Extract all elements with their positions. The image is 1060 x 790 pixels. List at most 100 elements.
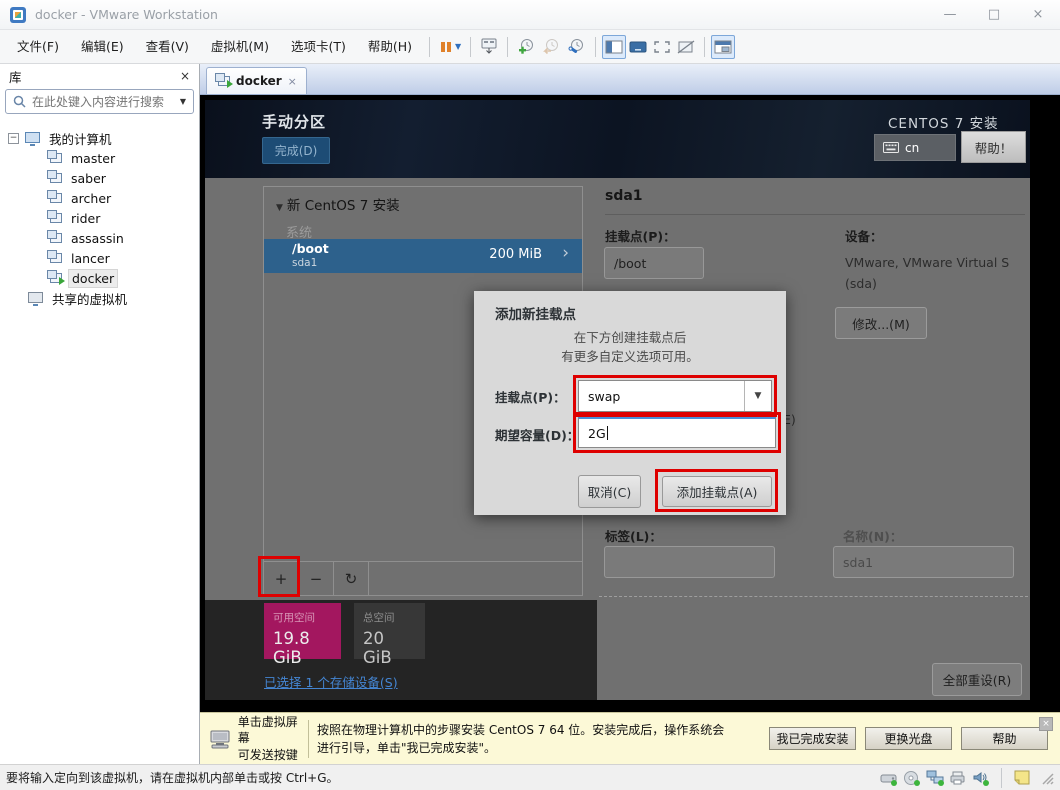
vm-running-icon: [47, 270, 65, 285]
tab-close-icon[interactable]: ×: [288, 75, 297, 88]
console-view-button[interactable]: [626, 35, 650, 59]
maximize-button[interactable]: □: [972, 0, 1016, 29]
modify-device-button[interactable]: 修改...(M): [835, 307, 927, 339]
vm-display-area[interactable]: 手动分区 完成(D) CENTOS 7 安装 cn 帮助！ ▼ 新 CentOS …: [200, 95, 1060, 712]
menu-file[interactable]: 文件(F): [6, 36, 70, 58]
hint-tip-line2: 可发送按键: [237, 747, 298, 762]
mount-point-value: swap: [588, 388, 621, 404]
search-input[interactable]: [32, 94, 174, 109]
hint-close-icon[interactable]: ×: [1039, 717, 1053, 731]
selected-disks-link[interactable]: 已选择 1 个存储设备(S): [264, 672, 398, 691]
menu-vm[interactable]: 虚拟机(M): [200, 36, 280, 58]
install-target-header[interactable]: ▼ 新 CentOS 7 安装: [276, 194, 400, 214]
tree-item-assassin[interactable]: assassin: [0, 228, 199, 248]
library-search-box[interactable]: ▼: [5, 89, 194, 114]
mount-point-label: 挂载点(P)：: [605, 229, 676, 244]
toolbar-separator: [470, 36, 472, 57]
available-space-value: 19.8 GiB: [273, 629, 310, 667]
tree-item-my-computer[interactable]: − 我的计算机: [0, 128, 199, 148]
tree-item-label[interactable]: rider: [68, 210, 103, 227]
menu-help[interactable]: 帮助(H): [357, 36, 423, 58]
vm-icon: [47, 170, 62, 183]
reload-partition-button[interactable]: ↻: [334, 562, 369, 595]
tree-item-label[interactable]: saber: [68, 170, 109, 187]
cancel-button[interactable]: 取消(C): [578, 475, 641, 508]
keyboard-layout-indicator[interactable]: cn: [874, 134, 956, 161]
tree-item-master[interactable]: master: [0, 148, 199, 168]
sound-icon[interactable]: [972, 770, 990, 786]
fullscreen-icon: [654, 40, 670, 53]
tree-item-label[interactable]: 我的计算机: [46, 128, 115, 149]
hint-help-button[interactable]: 帮助: [961, 727, 1048, 750]
tree-item-label[interactable]: archer: [68, 190, 114, 207]
revert-snapshot-button[interactable]: [539, 35, 564, 59]
fullscreen-button[interactable]: [650, 35, 674, 59]
tree-item-shared-vms[interactable]: 共享的虚拟机: [0, 288, 199, 308]
show-sidebar-button[interactable]: [602, 34, 627, 59]
take-snapshot-button[interactable]: [514, 35, 539, 59]
library-title: 库: [9, 69, 22, 85]
pause-vm-button[interactable]: ▼: [436, 35, 464, 59]
done-button[interactable]: 完成(D): [262, 137, 330, 164]
tab-label: docker: [236, 74, 282, 88]
hint-bar: 单击虚拟屏幕 可发送按键 按照在物理计算机中的步骤安装 CentOS 7 64 …: [200, 712, 1060, 764]
shared-vms-icon: [28, 291, 43, 306]
close-button[interactable]: ×: [1016, 0, 1060, 29]
tree-item-label[interactable]: 共享的虚拟机: [49, 288, 130, 309]
pause-dropdown-icon[interactable]: ▼: [455, 42, 461, 51]
dialog-description: 在下方创建挂载点后 有更多自定义选项可用。: [561, 330, 699, 365]
tree-item-lancer[interactable]: lancer: [0, 248, 199, 268]
vm-icon: [47, 190, 62, 203]
tree-item-label[interactable]: master: [68, 150, 118, 167]
tree-item-saber[interactable]: saber: [0, 168, 199, 188]
hard-disk-icon[interactable]: [880, 770, 898, 786]
tree-item-docker[interactable]: docker: [0, 268, 199, 288]
tree-item-label[interactable]: assassin: [68, 230, 127, 247]
network-adapter-icon[interactable]: [926, 770, 944, 786]
message-log-icon[interactable]: [1013, 770, 1031, 786]
vm-icon: [47, 210, 62, 223]
snapshot-manager-button[interactable]: [564, 35, 589, 59]
tree-item-label[interactable]: lancer: [68, 250, 113, 267]
divider: [308, 719, 309, 758]
available-space-box: 可用空间 19.8 GiB: [264, 603, 341, 667]
add-mount-point-button[interactable]: 添加挂载点(A): [662, 476, 772, 507]
add-mount-point-dialog: 添加新挂载点 在下方创建挂载点后 有更多自定义选项可用。 挂载点(P)： swa…: [474, 291, 786, 515]
label-field[interactable]: [604, 546, 775, 578]
unity-mode-button[interactable]: [674, 35, 698, 59]
tree-item-rider[interactable]: rider: [0, 208, 199, 228]
minimize-button[interactable]: —: [928, 0, 972, 29]
toolbar-separator: [507, 36, 509, 57]
resize-grip[interactable]: [1040, 771, 1054, 785]
mount-point-combobox[interactable]: swap ▼: [578, 380, 772, 412]
partition-row-boot[interactable]: /boot sda1 200 MiB ›: [264, 239, 582, 273]
tab-docker[interactable]: docker ×: [206, 67, 307, 94]
mount-point-field[interactable]: /boot: [604, 247, 704, 279]
menu-tabs[interactable]: 选项卡(T): [280, 36, 357, 58]
tree-expander-icon[interactable]: −: [8, 132, 19, 144]
search-dropdown-icon[interactable]: ▼: [180, 97, 186, 106]
reset-all-button[interactable]: 全部重设(R): [932, 663, 1022, 696]
remove-partition-button[interactable]: −: [299, 562, 334, 595]
library-panel-button[interactable]: [711, 34, 736, 59]
menu-view[interactable]: 查看(V): [135, 36, 200, 58]
printer-icon[interactable]: [949, 770, 967, 786]
collapse-triangle-icon[interactable]: ▼: [276, 203, 283, 213]
vmware-logo-icon: [10, 6, 26, 23]
capacity-input[interactable]: 2G: [578, 417, 776, 448]
installer-help-button[interactable]: 帮助！: [961, 131, 1026, 163]
send-ctrl-alt-del-button[interactable]: [477, 35, 501, 59]
show-sidebar-icon: [605, 40, 623, 53]
tree-item-archer[interactable]: archer: [0, 188, 199, 208]
library-close-icon[interactable]: ×: [180, 69, 190, 83]
device-status-icons: [880, 767, 1054, 788]
finished-installing-button[interactable]: 我已完成安装: [769, 727, 856, 750]
change-disc-button[interactable]: 更换光盘: [865, 727, 952, 750]
combobox-dropdown-icon[interactable]: ▼: [744, 381, 771, 411]
cd-drive-icon[interactable]: [903, 770, 921, 786]
label-label: 标签(L)：: [605, 529, 662, 544]
tree-item-label[interactable]: docker: [68, 268, 119, 288]
add-partition-button[interactable]: +: [264, 562, 299, 595]
vm-screen[interactable]: 手动分区 完成(D) CENTOS 7 安装 cn 帮助！ ▼ 新 CentOS …: [205, 100, 1030, 700]
menu-edit[interactable]: 编辑(E): [70, 36, 135, 58]
